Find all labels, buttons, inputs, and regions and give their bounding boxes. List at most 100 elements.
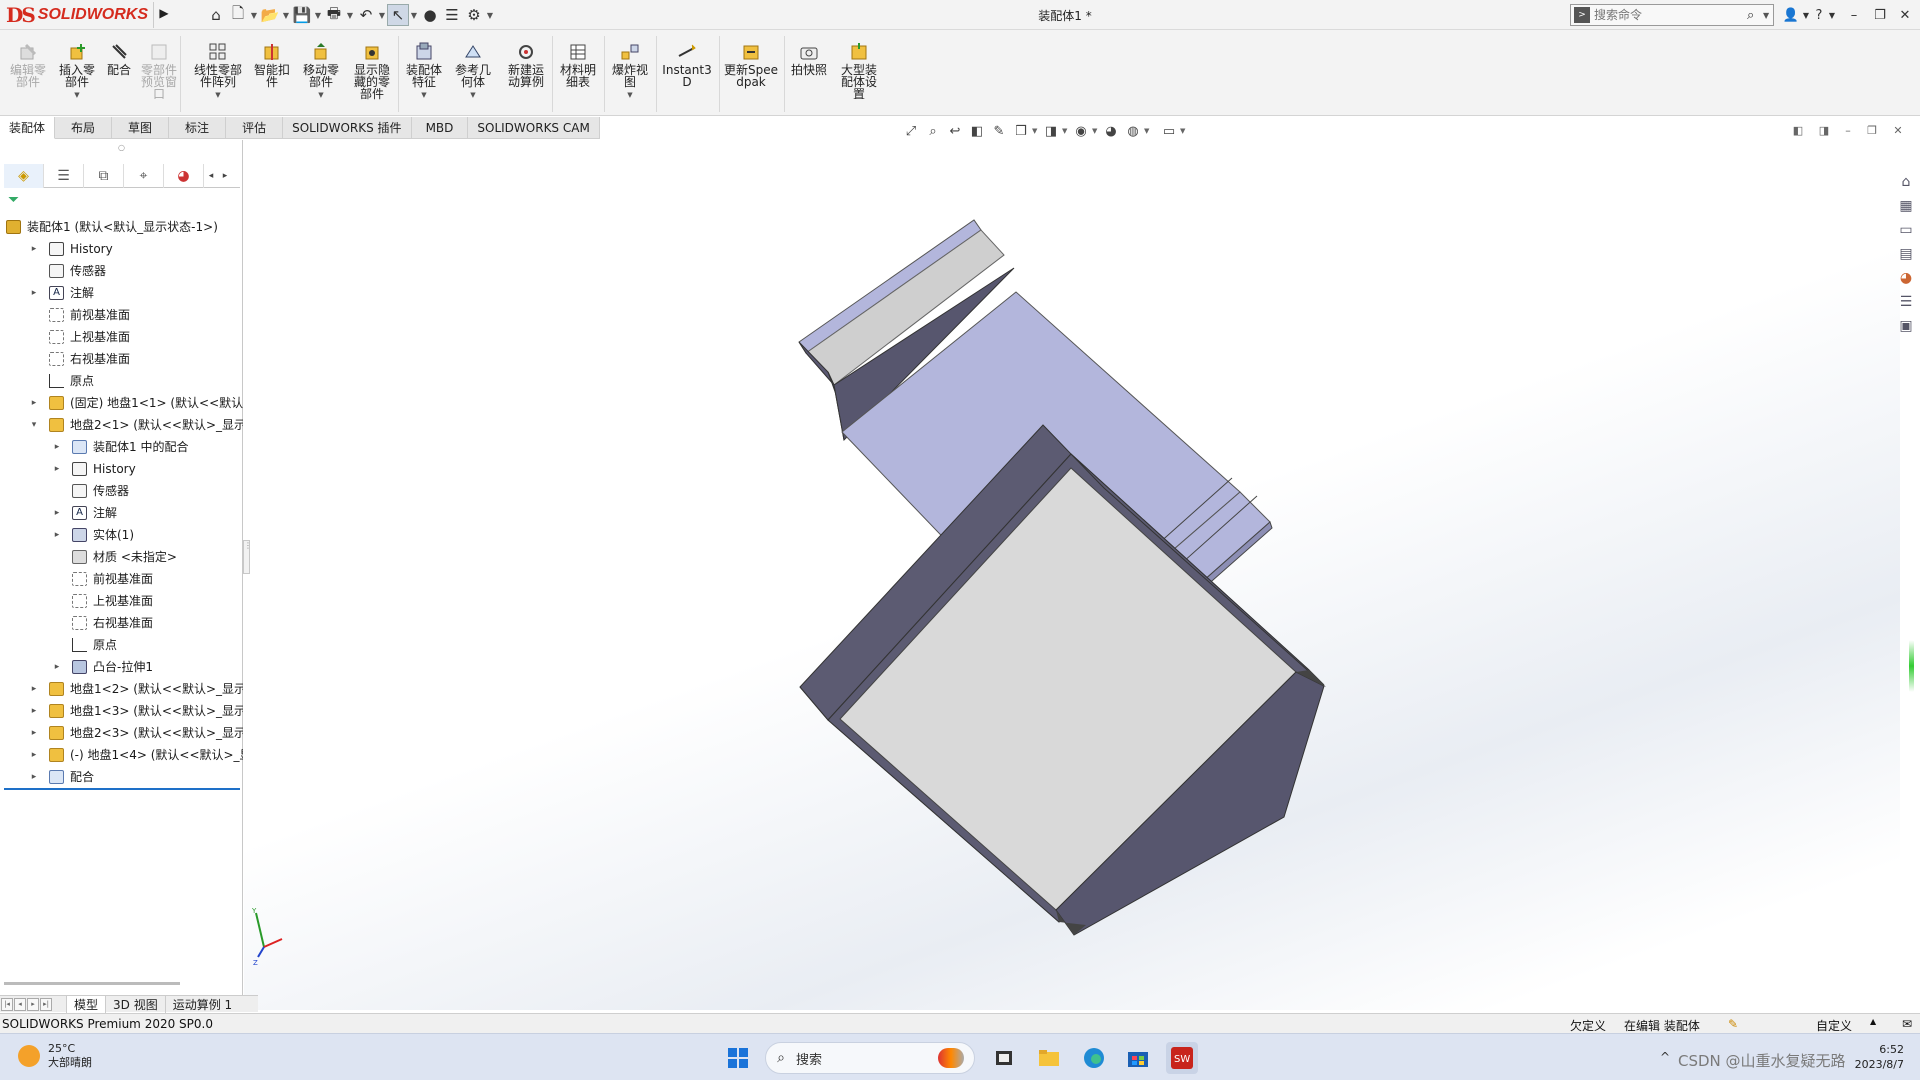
start-button[interactable] [722, 1042, 754, 1074]
tree-item[interactable]: 上视基准面 [0, 326, 243, 348]
update-speedpak-button[interactable]: 更新Speedpak [723, 42, 779, 88]
rebuild-status-icon[interactable]: ✎ [1728, 1017, 1738, 1031]
tree-item[interactable]: ▸ 凸台-拉伸1 [0, 656, 243, 678]
tab-3d-view[interactable]: 3D 视图 [105, 995, 165, 1013]
chevron-down-icon[interactable]: ▼ [627, 89, 632, 101]
solidworks-taskbar-button[interactable]: SW [1166, 1042, 1198, 1074]
tree-item[interactable]: ▸ (-) 地盘1<4> (默认<<默认>_显示 [0, 744, 243, 766]
tab-mbd[interactable]: MBD [411, 117, 469, 139]
horizontal-scrollbar[interactable] [4, 982, 180, 985]
weather-widget[interactable]: 25°C 大部晴朗 [18, 1042, 92, 1070]
design-library-icon[interactable]: ▦ [1895, 194, 1917, 218]
linear-pattern-button[interactable]: 线性零部件阵列 ▼ [190, 42, 246, 101]
show-hidden-components-button[interactable]: 显示隐藏的零部件 [349, 42, 395, 100]
tab-assembly[interactable]: 装配体 [0, 117, 56, 139]
zoom-to-fit-icon[interactable]: ⤢ [900, 121, 922, 141]
tab-cam[interactable]: SOLIDWORKS CAM [468, 117, 600, 139]
chevron-right-icon[interactable]: ▸ [218, 164, 232, 188]
tree-item[interactable]: ▾ 地盘2<1> (默认<<默认>_显示状态 [0, 414, 243, 436]
taskbar-search[interactable]: ⌕ 搜索 [765, 1042, 975, 1074]
expand-arrow-icon[interactable]: ▸ [52, 524, 62, 546]
tab-model[interactable]: 模型 [66, 995, 106, 1013]
close-button[interactable]: ✕ [1894, 4, 1916, 26]
file-explorer-icon[interactable]: ▭ [1895, 218, 1917, 242]
view-palette-icon[interactable]: ▤ [1895, 242, 1917, 266]
chevron-down-icon[interactable]: ▼ [421, 89, 426, 101]
expand-arrow-icon[interactable]: ▾ [29, 414, 39, 436]
chevron-down-icon[interactable]: ▼ [1763, 11, 1773, 20]
display-style-icon[interactable]: ◨ [1040, 121, 1062, 141]
tree-item[interactable]: 前视基准面 [0, 304, 243, 326]
tree-item[interactable]: 上视基准面 [0, 590, 243, 612]
tree-item[interactable]: ▸ 地盘1<3> (默认<<默认>_显示状态 [0, 700, 243, 722]
expand-arrow-icon[interactable]: ▸ [29, 700, 39, 722]
previous-view-icon[interactable]: ↩ [944, 121, 966, 141]
large-assembly-settings-button[interactable]: 大型装配体设置 [836, 42, 882, 100]
tree-item[interactable]: 传感器 [0, 480, 243, 502]
tree-item[interactable]: ▸ 地盘1<2> (默认<<默认>_显示状态 [0, 678, 243, 700]
viewport-minimize-button[interactable]: – [1840, 124, 1856, 140]
expand-arrow-icon[interactable]: ▸ [29, 238, 39, 260]
filter-icon[interactable]: ⏷ [8, 192, 19, 208]
edit-appearance-icon[interactable]: ◕ [1100, 121, 1122, 141]
viewport-restore-button[interactable]: ❐ [1864, 124, 1880, 140]
chevron-down-icon[interactable]: ▼ [1092, 127, 1100, 135]
take-snapshot-button[interactable]: 拍快照 [786, 42, 832, 76]
tree-item[interactable]: ▸ History [0, 458, 243, 480]
prev-tab-icon[interactable]: ◂ [14, 997, 26, 1011]
chevron-down-icon[interactable]: ▼ [1144, 127, 1152, 135]
tab-markup[interactable]: 标注 [169, 117, 227, 139]
panel-splitter[interactable]: ⋮ [243, 540, 252, 574]
chevron-down-icon[interactable]: ▼ [470, 89, 475, 101]
tree-item[interactable]: ▸ 配合 [0, 766, 243, 788]
section-view-icon[interactable]: ◧ [966, 121, 988, 141]
tree-item[interactable]: 传感器 [0, 260, 243, 282]
dynamic-annotation-icon[interactable]: ✎ [988, 121, 1010, 141]
viewport-close-button[interactable]: ✕ [1890, 124, 1906, 140]
tab-evaluate[interactable]: 评估 [226, 117, 284, 139]
file-explorer-button[interactable] [1033, 1042, 1065, 1074]
last-tab-icon[interactable]: ▸| [40, 997, 52, 1011]
chevron-down-icon[interactable]: ▼ [1032, 127, 1040, 135]
custom-properties-icon[interactable]: ☰ [1895, 290, 1917, 314]
next-tab-icon[interactable]: ▸ [27, 997, 39, 1011]
tree-item[interactable]: ▸ (固定) 地盘1<1> (默认<<默认>_显 [0, 392, 243, 414]
scroll-indicator[interactable] [1909, 640, 1914, 692]
search-commands-box[interactable]: > ⌕ ▼ [1570, 4, 1774, 26]
tab-sketch[interactable]: 草图 [112, 117, 170, 139]
dimxpertmanager-tab-icon[interactable]: ⌖ [124, 164, 164, 188]
hide-show-items-icon[interactable]: ◉ [1070, 121, 1092, 141]
panel-grip-icon[interactable]: ○ [0, 143, 243, 153]
viewport-tile-left-icon[interactable]: ◧ [1790, 124, 1806, 140]
tree-item[interactable]: 材质 <未指定> [0, 546, 243, 568]
minimize-button[interactable]: – [1843, 4, 1865, 26]
tree-item[interactable]: ▸ A 注解 [0, 502, 243, 524]
expand-arrow-icon[interactable]: ▸ [29, 766, 39, 788]
tree-item[interactable]: ▸ 装配体1 中的配合 [0, 436, 243, 458]
tab-motion-study[interactable]: 运动算例 1 [164, 995, 239, 1013]
tree-item[interactable]: ▸ A 注解 [0, 282, 243, 304]
expand-arrow-icon[interactable]: ▸ [29, 282, 39, 304]
search-icon[interactable]: ⌕ [1747, 8, 1763, 23]
chevron-up-icon[interactable]: ^ [1660, 1050, 1670, 1064]
quick-tips-icon[interactable]: ✉ [1902, 1017, 1912, 1031]
tree-item[interactable]: 右视基准面 [0, 612, 243, 634]
chevron-left-icon[interactable]: ◂ [204, 164, 218, 188]
instant3d-button[interactable]: Instant3D [660, 42, 714, 88]
tree-item[interactable]: 原点 [0, 370, 243, 392]
featuremanager-tab-icon[interactable]: ◈ [4, 164, 44, 188]
expand-arrow-icon[interactable]: ▸ [29, 744, 39, 766]
chevron-down-icon[interactable]: ▼ [1062, 127, 1070, 135]
units-selector[interactable]: 自定义 [1816, 1017, 1852, 1034]
view-orientation-icon[interactable]: ❒ [1010, 121, 1032, 141]
clock[interactable]: 6:52 2023/8/7 [1855, 1042, 1904, 1072]
tree-item[interactable]: 右视基准面 [0, 348, 243, 370]
chevron-down-icon[interactable]: ▼ [74, 89, 79, 101]
graphics-area[interactable]: Y Z [244, 140, 1900, 1010]
expand-arrow-icon[interactable]: ▸ [52, 656, 62, 678]
expand-arrow-icon[interactable]: ▸ [29, 722, 39, 744]
smart-fasteners-button[interactable]: 智能扣件 [249, 42, 295, 88]
new-motion-study-button[interactable]: 新建运动算例 [503, 42, 549, 88]
task-view-button[interactable] [988, 1042, 1020, 1074]
assembly-features-button[interactable]: 装配体特征 ▼ [401, 42, 447, 101]
